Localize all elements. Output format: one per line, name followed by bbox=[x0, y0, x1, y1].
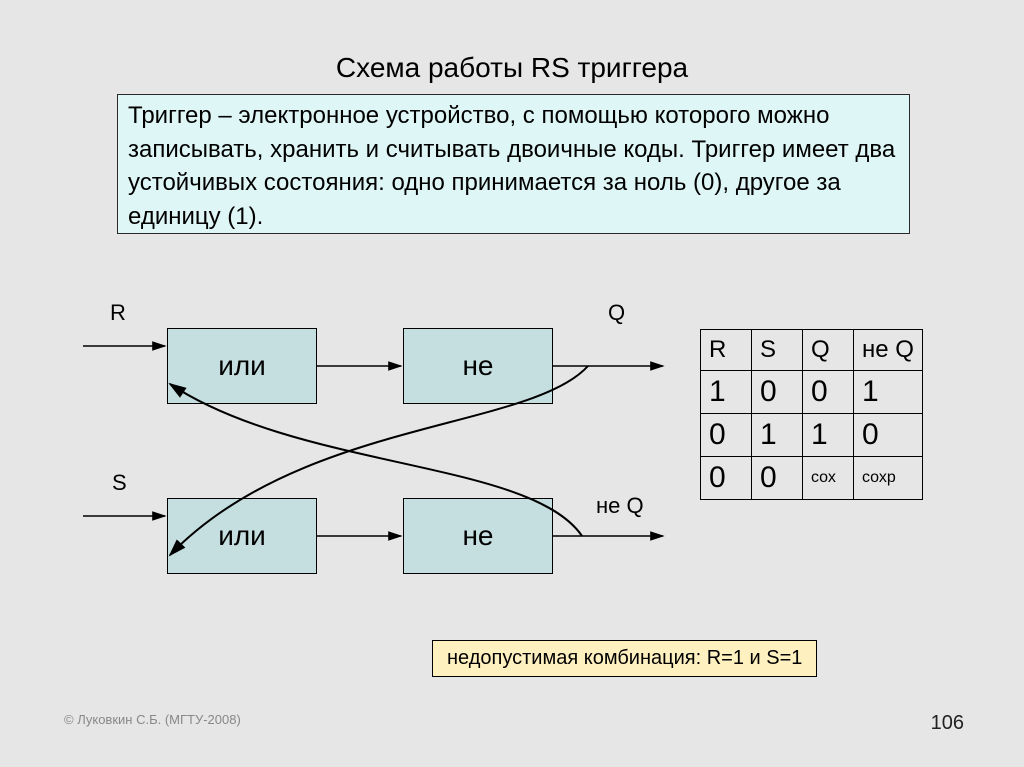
th-r: R bbox=[701, 330, 752, 371]
truth-table-row: 1 0 0 1 bbox=[701, 371, 923, 414]
truth-table-header: R S Q не Q bbox=[701, 330, 923, 371]
copyright: © Луковкин С.Б. (МГТУ-2008) bbox=[64, 712, 241, 727]
label-r: R bbox=[110, 300, 126, 326]
gate-or-bottom: или bbox=[167, 498, 317, 574]
gate-or-top: или bbox=[167, 328, 317, 404]
label-not-q: не Q bbox=[596, 493, 644, 519]
gate-not-top: не bbox=[403, 328, 553, 404]
truth-table-row: 0 0 сох сохр bbox=[701, 457, 923, 500]
page-number: 106 bbox=[931, 712, 964, 735]
th-nq: не Q bbox=[854, 330, 923, 371]
truth-table: R S Q не Q 1 0 0 1 0 1 1 0 0 0 сох сохр bbox=[700, 329, 923, 500]
th-q: Q bbox=[803, 330, 854, 371]
label-q: Q bbox=[608, 300, 625, 326]
definition-box: Триггер – электронное устройство, с помо… bbox=[117, 94, 910, 234]
page-title: Схема работы RS триггера bbox=[0, 52, 1024, 84]
forbidden-combo-box: недопустимая комбинация: R=1 и S=1 bbox=[432, 640, 817, 677]
truth-table-row: 0 1 1 0 bbox=[701, 414, 923, 457]
label-s: S bbox=[112, 470, 127, 496]
th-s: S bbox=[752, 330, 803, 371]
gate-not-bottom: не bbox=[403, 498, 553, 574]
